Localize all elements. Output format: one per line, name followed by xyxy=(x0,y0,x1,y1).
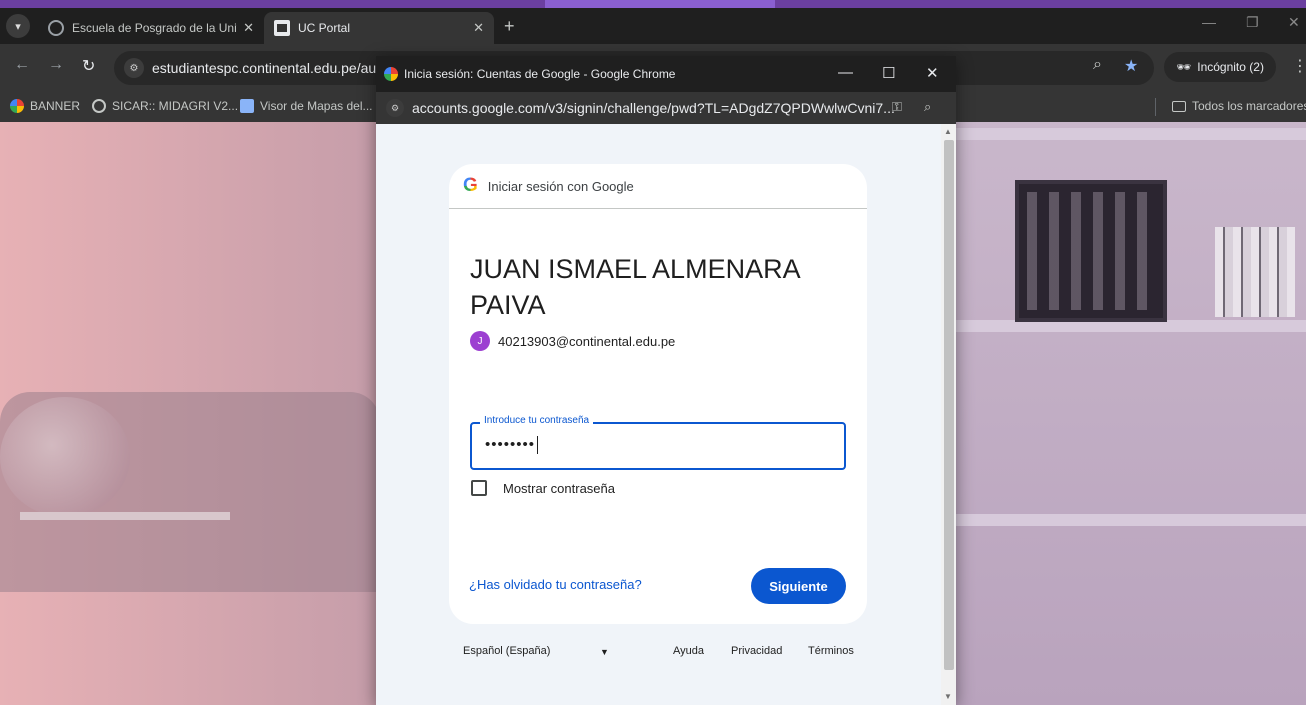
zoom-icon[interactable]: ⌕ xyxy=(924,99,931,115)
popup-title-bar: Inicia sesión: Cuentas de Google - Googl… xyxy=(376,56,956,92)
close-tab-icon[interactable]: ✕ xyxy=(473,20,484,36)
password-label: Introduce tu contraseña xyxy=(480,415,594,426)
account-email: 40213903@continental.edu.pe xyxy=(498,333,676,349)
card-header-text: Iniciar sesión con Google xyxy=(487,178,634,194)
tab-label: UC Portal xyxy=(298,21,351,35)
signin-footer: Español (España) ▼ Ayuda Privacidad Térm… xyxy=(376,645,941,665)
account-chip[interactable]: J 40213903@continental.edu.pe xyxy=(470,331,675,351)
scroll-thumb[interactable] xyxy=(944,140,954,670)
bookmark-star-icon[interactable]: ★ xyxy=(1124,56,1138,76)
chrome-icon xyxy=(384,67,398,81)
incognito-label: Incógnito (2) xyxy=(1197,60,1264,74)
minimize-icon[interactable]: — xyxy=(838,64,853,81)
address-url: estudiantespc.continental.edu.pe/auth xyxy=(152,60,388,76)
show-password-checkbox[interactable]: Mostrar contraseña xyxy=(471,480,615,496)
dropdown-arrow-icon[interactable]: ▼ xyxy=(600,647,609,657)
site-settings-icon[interactable]: ⚙ xyxy=(124,58,144,78)
zoom-icon[interactable]: ⌕ xyxy=(1093,56,1102,74)
scroll-up-icon[interactable]: ▲ xyxy=(944,127,952,136)
globe-icon xyxy=(48,20,64,36)
google-signin-popup: Inicia sesión: Cuentas de Google - Googl… xyxy=(376,56,956,705)
close-window-icon[interactable]: ✕ xyxy=(1288,14,1300,31)
all-bookmarks-button[interactable]: Todos los marcadores xyxy=(1172,99,1306,113)
forgot-password-link[interactable]: ¿Has olvidado tu contraseña? xyxy=(469,577,642,592)
popup-scrollbar[interactable]: ▲ ▼ xyxy=(941,124,956,705)
close-tab-icon[interactable]: ✕ xyxy=(243,20,254,36)
user-name-heading: JUAN ISMAEL ALMENARA PAIVA xyxy=(470,254,800,320)
show-password-label: Mostrar contraseña xyxy=(503,480,615,496)
checkbox-icon[interactable] xyxy=(471,480,487,496)
tab-strip: ▾ Escuela de Posgrado de la Univ ✕ UC Po… xyxy=(0,8,1306,44)
picture-frame-image xyxy=(1015,180,1167,322)
password-value: •••••••• xyxy=(485,436,536,453)
shelf xyxy=(954,128,1306,140)
help-link[interactable]: Ayuda xyxy=(673,645,704,657)
tab-search-icon[interactable]: ▾ xyxy=(6,14,30,38)
shelf xyxy=(954,514,1306,526)
google-icon xyxy=(10,99,24,113)
popup-address-bar[interactable]: ⚙ accounts.google.com/v3/signin/challeng… xyxy=(376,92,956,124)
restore-icon[interactable]: ❐ xyxy=(1246,14,1259,31)
map-icon xyxy=(240,99,254,113)
tab-label: Escuela de Posgrado de la Univ xyxy=(72,21,238,35)
bookmark-label: BANNER xyxy=(30,99,81,113)
bookmark-label: Visor de Mapas del... xyxy=(260,99,373,113)
menu-icon[interactable]: ⋮ xyxy=(1292,56,1306,76)
side-table-image xyxy=(20,512,230,520)
bookmark-divider xyxy=(1155,98,1156,116)
site-settings-icon[interactable]: ⚙ xyxy=(386,99,404,117)
popup-url: accounts.google.com/v3/signin/challenge/… xyxy=(412,100,895,116)
scroll-down-icon[interactable]: ▼ xyxy=(944,692,952,701)
minimize-icon[interactable]: — xyxy=(1202,14,1216,30)
folder-icon xyxy=(1172,100,1186,112)
tab-uc-portal[interactable]: UC Portal ✕ xyxy=(264,12,494,44)
terms-link[interactable]: Términos xyxy=(808,645,854,657)
portal-icon xyxy=(274,20,290,36)
books-image xyxy=(1215,227,1295,317)
popup-title: Inicia sesión: Cuentas de Google - Googl… xyxy=(404,67,676,81)
text-caret xyxy=(537,436,539,455)
google-logo-icon: G xyxy=(463,175,478,196)
password-field[interactable]: Introduce tu contraseña •••••••• xyxy=(470,415,846,470)
next-button[interactable]: Siguiente xyxy=(751,568,846,604)
incognito-icon: 🕶 xyxy=(1176,60,1192,74)
incognito-button[interactable]: 🕶 Incógnito (2) xyxy=(1164,52,1276,82)
bookmark-sicar[interactable]: SICAR:: MIDAGRI V2... xyxy=(92,99,238,113)
language-select[interactable]: Español (España) xyxy=(463,645,550,657)
bookmark-banner[interactable]: BANNER xyxy=(10,99,80,113)
privacy-link[interactable]: Privacidad xyxy=(731,645,782,657)
close-popup-icon[interactable]: ✕ xyxy=(926,64,939,82)
card-header: G Iniciar sesión con Google xyxy=(449,164,867,209)
bookmark-visor-mapas[interactable]: Visor de Mapas del... xyxy=(240,99,373,113)
all-bookmarks-label: Todos los marcadores xyxy=(1192,99,1306,113)
avatar: J xyxy=(470,331,490,351)
incognito-accent-bar xyxy=(0,0,1306,8)
back-icon[interactable]: ← xyxy=(14,56,30,74)
signin-card: G Iniciar sesión con Google JUAN ISMAEL … xyxy=(449,164,867,624)
bookmark-label: SICAR:: MIDAGRI V2... xyxy=(112,99,239,113)
tab-escuela-posgrado[interactable]: Escuela de Posgrado de la Univ ✕ xyxy=(38,12,264,44)
maximize-icon[interactable]: ☐ xyxy=(882,64,895,82)
forward-icon[interactable]: → xyxy=(48,56,64,74)
plant-vase-image xyxy=(0,397,130,517)
password-key-icon[interactable]: ⚿ xyxy=(892,99,902,115)
reload-icon[interactable]: ↻ xyxy=(82,56,95,76)
password-value-wrap: •••••••• xyxy=(485,436,539,455)
new-tab-icon[interactable]: + xyxy=(504,16,515,37)
globe-icon xyxy=(92,99,106,113)
